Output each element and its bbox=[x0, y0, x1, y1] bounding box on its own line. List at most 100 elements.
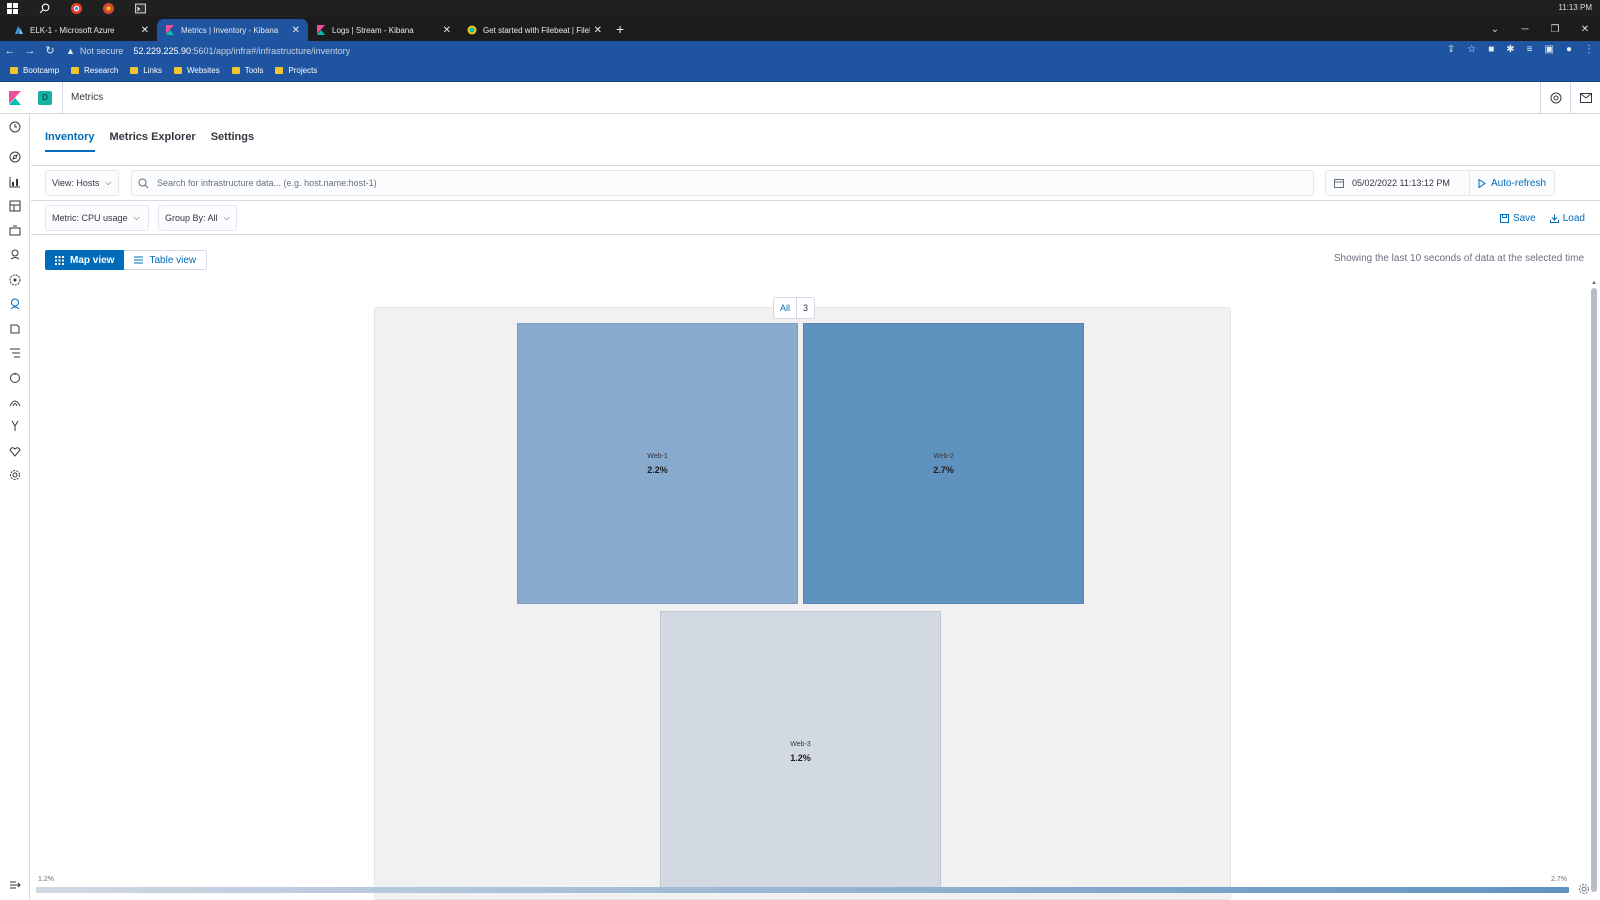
search-icon[interactable] bbox=[39, 3, 50, 14]
scrollbar[interactable]: ▲ ▼ bbox=[1591, 280, 1597, 900]
table-view-button[interactable]: Table view bbox=[124, 250, 208, 270]
mail-icon bbox=[1579, 93, 1592, 103]
share-icon[interactable]: ⇪ bbox=[1447, 44, 1455, 55]
tab-metrics-explorer[interactable]: Metrics Explorer bbox=[110, 131, 196, 152]
tab-title: ELK-1 - Microsoft Azure bbox=[30, 25, 115, 35]
back-icon[interactable]: ← bbox=[0, 45, 20, 57]
metrics-app-icon[interactable] bbox=[9, 298, 21, 310]
reload-icon[interactable]: ↻ bbox=[40, 44, 60, 57]
bookmark-folder[interactable]: Projects bbox=[275, 66, 317, 75]
bookmark-star-icon[interactable]: ☆ bbox=[1467, 44, 1476, 55]
group-name: All bbox=[774, 298, 798, 318]
bookmark-folder[interactable]: Links bbox=[130, 66, 162, 75]
maps-icon[interactable] bbox=[9, 249, 21, 261]
new-tab-icon[interactable]: + bbox=[616, 21, 624, 37]
minimize-icon[interactable]: ─ bbox=[1510, 24, 1540, 35]
legend-min: 1.2% bbox=[38, 876, 54, 883]
close-window-icon[interactable]: ✕ bbox=[1570, 24, 1600, 35]
bookmark-folder[interactable]: Research bbox=[71, 66, 118, 75]
host-node[interactable]: Web-3 1.2% bbox=[660, 611, 941, 893]
dashboard-icon[interactable] bbox=[9, 200, 21, 212]
folder-icon bbox=[173, 67, 182, 74]
bookmark-folder[interactable]: Websites bbox=[173, 66, 220, 75]
browser-menu-icon[interactable]: ⋮ bbox=[1584, 44, 1594, 55]
browser-tab-active[interactable]: Metrics | Inventory - Kibana ✕ bbox=[157, 19, 308, 41]
auto-refresh-button[interactable]: Auto-refresh bbox=[1470, 170, 1555, 196]
siem-icon[interactable] bbox=[9, 396, 21, 408]
close-tab-icon[interactable]: ✕ bbox=[141, 25, 149, 36]
metric-row: Metric: CPU usage ⌵ Group By: All ⌵ Save… bbox=[45, 205, 1585, 231]
close-tab-icon[interactable]: ✕ bbox=[292, 25, 300, 36]
table-view-label: Table view bbox=[149, 254, 197, 266]
warning-icon[interactable]: ▲ bbox=[66, 46, 75, 56]
visualize-icon[interactable] bbox=[9, 176, 21, 188]
host-node[interactable]: Web-1 2.2% bbox=[517, 323, 798, 604]
browser-tab[interactable]: Logs | Stream - Kibana ✕ bbox=[308, 19, 459, 41]
extensions-puzzle-icon[interactable]: ✱ bbox=[1506, 44, 1514, 55]
kibana-logo[interactable] bbox=[0, 82, 30, 114]
news-button[interactable] bbox=[1570, 82, 1600, 114]
search-bar[interactable] bbox=[131, 170, 1314, 196]
monitoring-icon[interactable] bbox=[9, 445, 21, 457]
profile-avatar-icon[interactable]: ● bbox=[1566, 44, 1572, 55]
discover-compass-icon[interactable] bbox=[9, 151, 21, 163]
host-node[interactable]: Web-2 2.7% bbox=[803, 323, 1084, 604]
load-label: Load bbox=[1562, 212, 1585, 224]
bookmark-folder[interactable]: Bootcamp bbox=[10, 66, 59, 75]
close-tab-icon[interactable]: ✕ bbox=[443, 25, 451, 36]
tab-settings[interactable]: Settings bbox=[211, 131, 254, 152]
azure-icon bbox=[15, 26, 23, 34]
divider bbox=[31, 234, 1600, 235]
logs-app-icon[interactable] bbox=[9, 323, 21, 335]
close-tab-icon[interactable]: ✕ bbox=[594, 25, 602, 36]
legend-max: 2.7% bbox=[1551, 876, 1567, 883]
windows-start-icon[interactable] bbox=[7, 3, 18, 14]
search-input[interactable] bbox=[157, 178, 1274, 188]
browser-tab[interactable]: ELK-1 - Microsoft Azure ✕ bbox=[6, 19, 157, 41]
extension-badge-icon[interactable]: ■ bbox=[1488, 44, 1494, 55]
recent-clock-icon[interactable] bbox=[9, 121, 21, 133]
scroll-up-icon[interactable]: ▲ bbox=[1591, 280, 1597, 286]
help-button[interactable] bbox=[1540, 82, 1570, 114]
date-picker[interactable]: 05/02/2022 11:13:12 PM bbox=[1325, 170, 1470, 196]
space-avatar[interactable]: D bbox=[38, 90, 52, 105]
tab-inventory[interactable]: Inventory bbox=[45, 131, 95, 152]
chrome-profile-icon[interactable] bbox=[103, 3, 114, 14]
group-label[interactable]: All 3 bbox=[773, 297, 816, 319]
media-icon[interactable]: ≡ bbox=[1527, 44, 1533, 55]
scrollbar-thumb[interactable] bbox=[1591, 288, 1597, 892]
waffle-map-group: All 3 Web-1 2.2% Web-2 2.7% Web-3 1.2% bbox=[374, 297, 1231, 900]
view-select[interactable]: View: Hosts ⌵ bbox=[45, 170, 119, 196]
bookmark-folder[interactable]: Tools bbox=[231, 66, 263, 75]
list-icon bbox=[134, 256, 144, 264]
side-panel-icon[interactable]: ▣ bbox=[1545, 44, 1554, 55]
host-value: 2.2% bbox=[647, 464, 668, 475]
map-view-button[interactable]: Map view bbox=[45, 250, 125, 270]
forward-icon[interactable]: → bbox=[20, 45, 40, 57]
restore-icon[interactable]: ❐ bbox=[1540, 24, 1570, 35]
url-path: :5601/app/infra#/infrastructure/inventor… bbox=[191, 45, 351, 56]
uptime-icon[interactable] bbox=[9, 372, 21, 384]
legend-settings-gear-icon[interactable] bbox=[1578, 883, 1590, 895]
kibana-icon bbox=[166, 25, 174, 35]
canvas-icon[interactable] bbox=[9, 225, 21, 237]
collapse-nav-icon[interactable] bbox=[9, 880, 21, 890]
dev-tools-icon[interactable] bbox=[9, 420, 21, 432]
folder-icon bbox=[71, 67, 80, 74]
chrome-icon[interactable] bbox=[71, 3, 82, 14]
date-value: 05/02/2022 11:13:12 PM bbox=[1352, 178, 1450, 188]
load-button[interactable]: Load bbox=[1549, 212, 1585, 224]
save-button[interactable]: Save bbox=[1499, 213, 1536, 224]
ml-icon[interactable] bbox=[9, 274, 21, 286]
browser-tab[interactable]: Get started with Filebeat | Filebe... ✕ bbox=[459, 19, 610, 41]
terminal-icon[interactable] bbox=[135, 3, 146, 14]
group-by-select[interactable]: Group By: All ⌵ bbox=[158, 205, 237, 231]
view-toggle: Map view Table view bbox=[45, 250, 208, 270]
host-value: 2.7% bbox=[933, 464, 954, 475]
tab-search-icon[interactable]: ⌄ bbox=[1480, 24, 1510, 35]
management-gear-icon[interactable] bbox=[9, 469, 21, 481]
metric-select[interactable]: Metric: CPU usage ⌵ bbox=[45, 205, 149, 231]
apm-icon[interactable] bbox=[9, 347, 21, 359]
chevron-down-icon: ⌵ bbox=[223, 213, 230, 222]
url-field[interactable]: ▲ Not secure 52.229.225.90 :5601/app/inf… bbox=[66, 46, 350, 56]
